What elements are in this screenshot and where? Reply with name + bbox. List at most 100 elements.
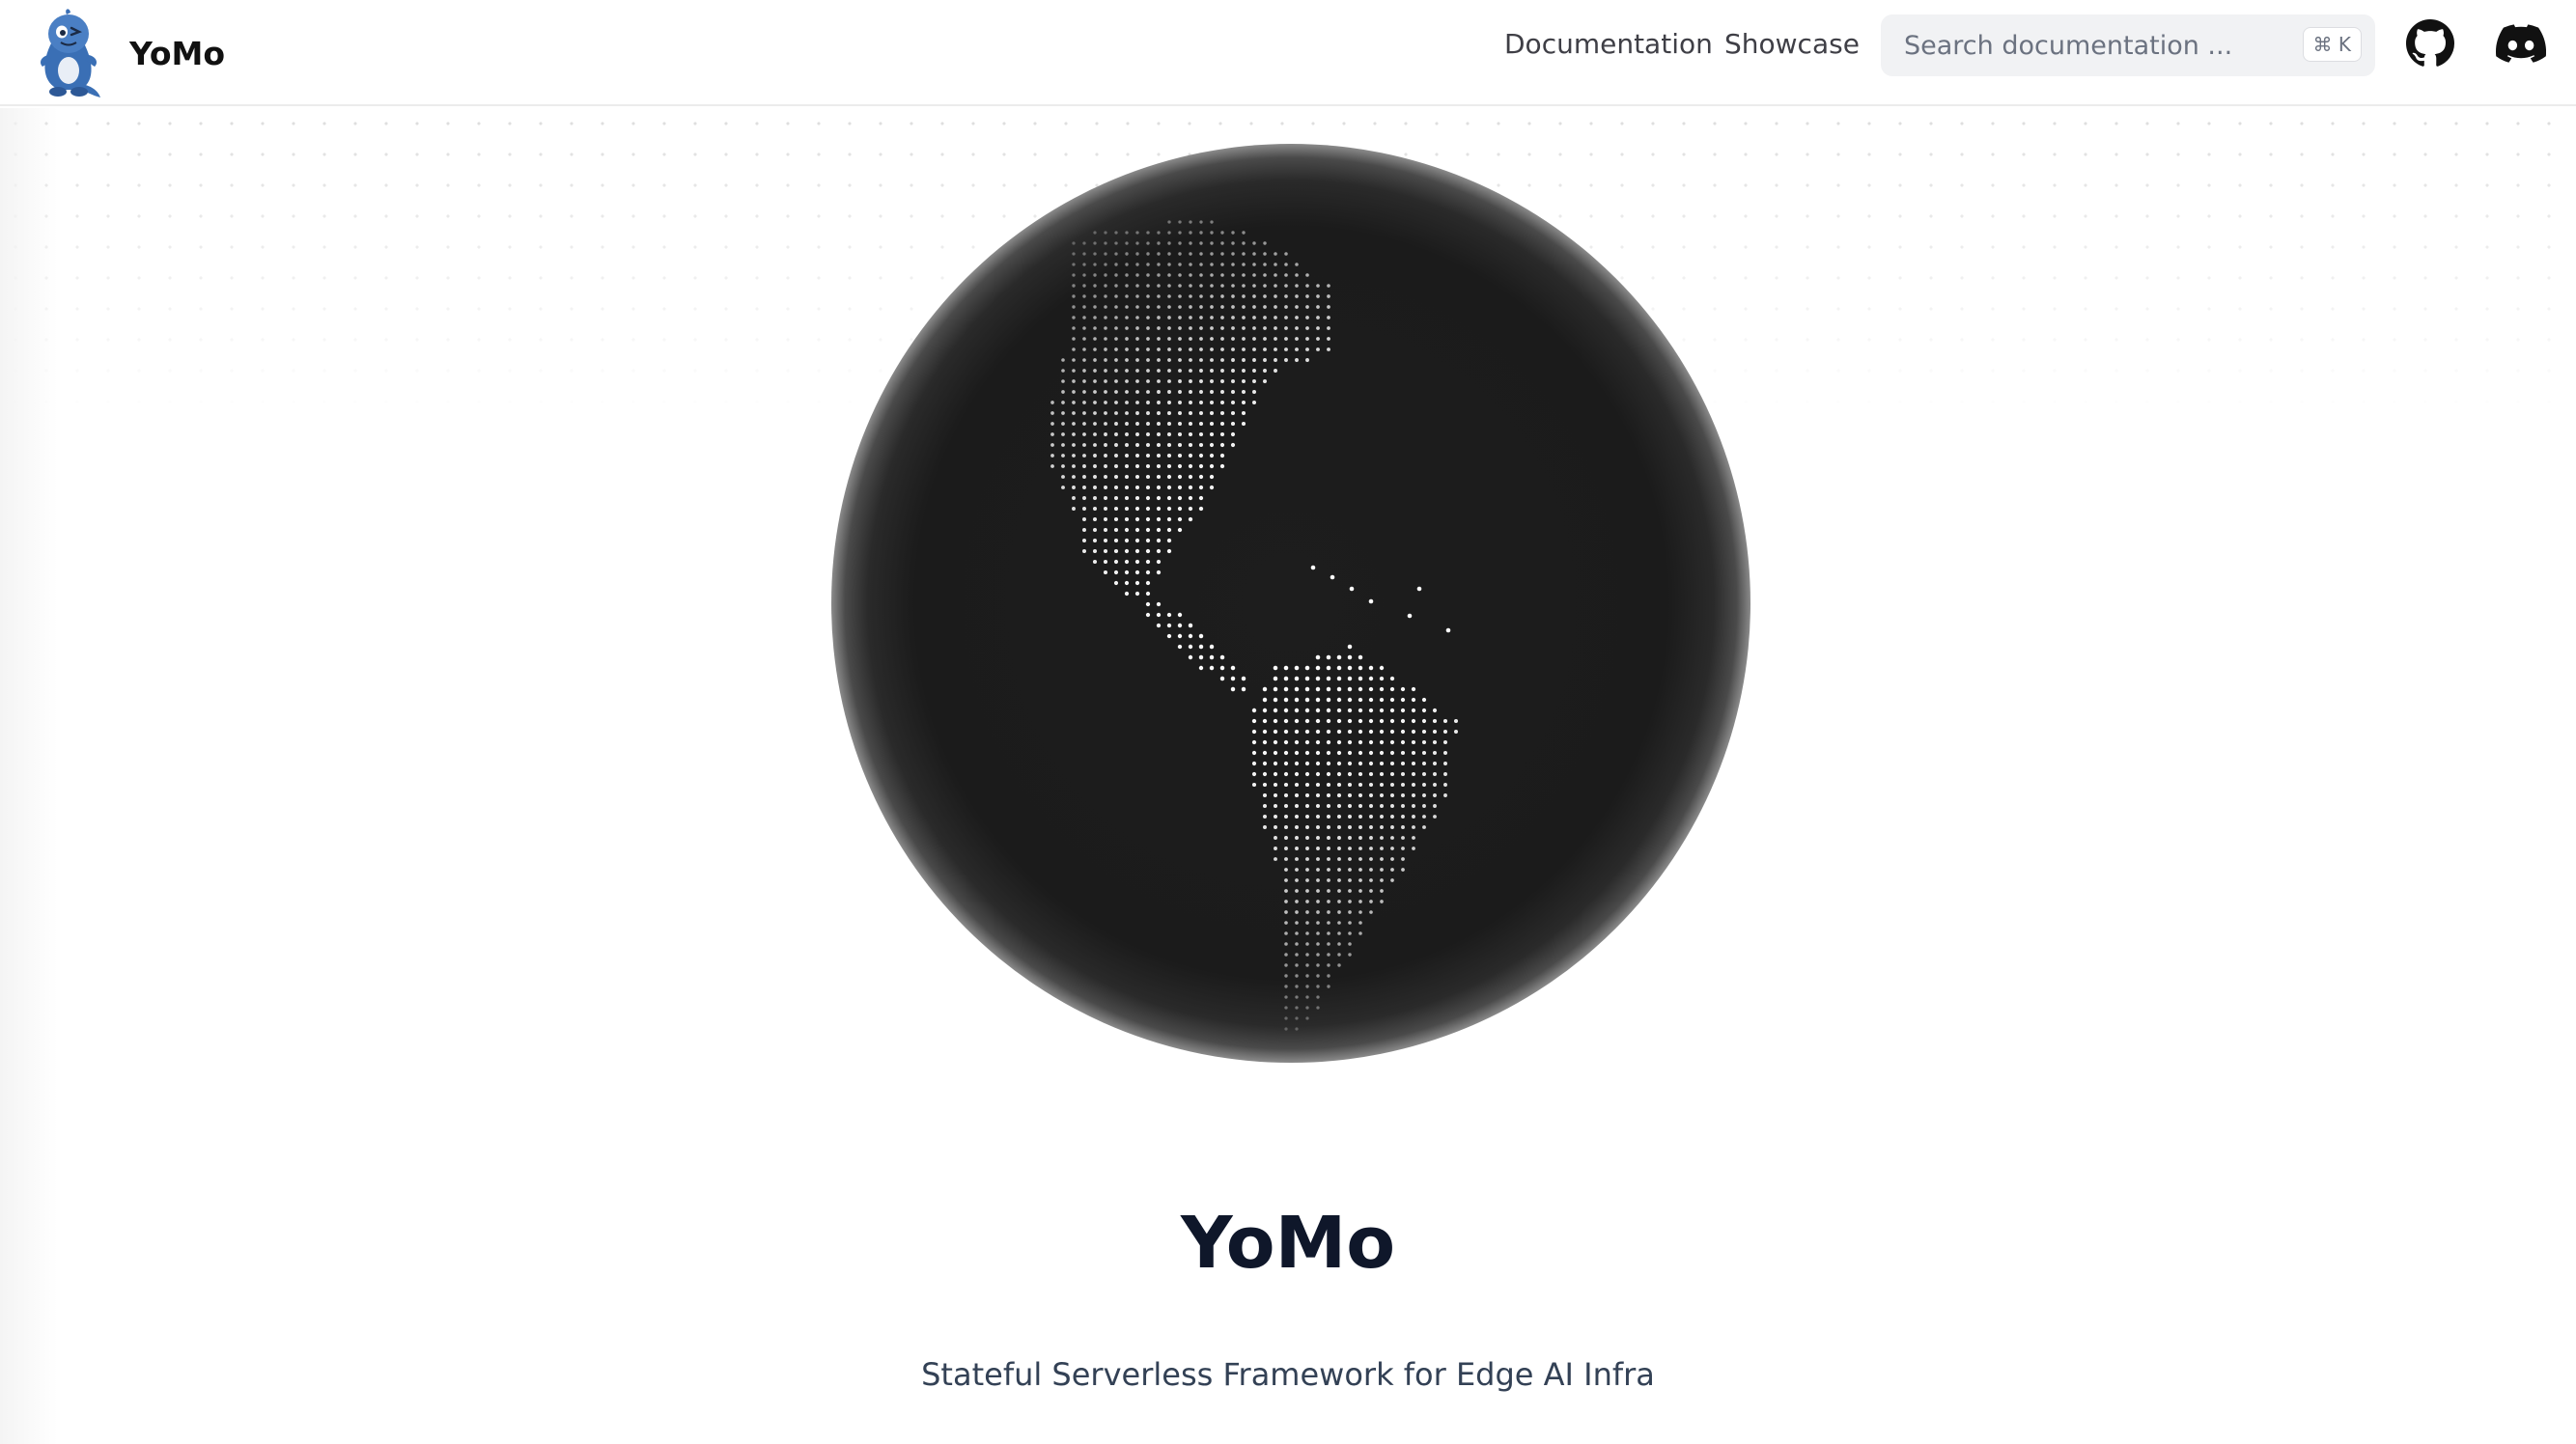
land-dot bbox=[1305, 1006, 1309, 1010]
land-dot bbox=[1230, 400, 1236, 405]
land-dot bbox=[1157, 369, 1161, 373]
nav-showcase-link[interactable]: Showcase bbox=[1724, 28, 1860, 60]
land-dot bbox=[1199, 241, 1203, 245]
land-dot bbox=[1295, 985, 1299, 988]
land-dot bbox=[1326, 803, 1331, 809]
land-dot bbox=[1379, 708, 1385, 713]
land-dot bbox=[1316, 305, 1320, 309]
land-dot bbox=[1443, 783, 1447, 787]
land-dot bbox=[1284, 305, 1288, 309]
nav-documentation-link[interactable]: Documentation bbox=[1504, 28, 1713, 60]
land-dot bbox=[1304, 782, 1310, 788]
land-dot bbox=[1093, 379, 1097, 383]
land-dot bbox=[1209, 665, 1215, 671]
land-dot bbox=[1156, 506, 1162, 512]
land-dot bbox=[1134, 569, 1140, 575]
land-dot bbox=[1082, 369, 1086, 373]
land-dot bbox=[1242, 347, 1246, 351]
land-dot bbox=[1443, 751, 1447, 755]
yomo-mascot-icon bbox=[35, 7, 102, 99]
land-dot bbox=[1189, 411, 1192, 415]
land-dot bbox=[1369, 868, 1373, 872]
land-dot bbox=[1294, 792, 1300, 798]
land-dot bbox=[1134, 474, 1140, 480]
land-dot bbox=[1177, 442, 1183, 448]
land-dot bbox=[1209, 463, 1215, 469]
land-dot bbox=[1421, 718, 1427, 724]
land-dot bbox=[1242, 263, 1246, 266]
land-dot bbox=[1061, 358, 1065, 362]
land-dot bbox=[1295, 1006, 1299, 1010]
land-dot bbox=[1072, 316, 1076, 319]
land-dot bbox=[1135, 305, 1139, 309]
land-dot bbox=[1199, 401, 1203, 404]
land-dot bbox=[1177, 612, 1183, 618]
land-dot bbox=[1103, 495, 1108, 501]
land-dot bbox=[1156, 495, 1162, 501]
island-dot bbox=[1349, 586, 1355, 592]
land-dot bbox=[1220, 284, 1224, 288]
land-dot bbox=[1125, 294, 1129, 298]
land-dot bbox=[1411, 697, 1416, 703]
land-dot bbox=[1093, 411, 1097, 415]
land-dot bbox=[1241, 410, 1246, 416]
land-dot bbox=[1433, 793, 1437, 797]
land-dot bbox=[1295, 263, 1299, 266]
land-dot bbox=[1369, 878, 1373, 882]
land-dot bbox=[1295, 1016, 1299, 1020]
land-dot bbox=[1219, 410, 1225, 416]
land-dot bbox=[1231, 294, 1235, 298]
land-dot bbox=[1304, 708, 1310, 713]
land-dot bbox=[1072, 326, 1076, 330]
land-dot bbox=[1188, 516, 1193, 522]
land-dot bbox=[1284, 347, 1288, 351]
land-dot bbox=[1061, 443, 1065, 447]
land-dot bbox=[1135, 326, 1139, 330]
land-dot bbox=[1114, 326, 1118, 330]
land-dot bbox=[1219, 654, 1225, 660]
land-dot bbox=[1146, 337, 1150, 341]
land-dot bbox=[1327, 963, 1330, 967]
land-dot bbox=[1103, 569, 1108, 575]
land-dot bbox=[1251, 739, 1257, 745]
land-dot bbox=[1061, 369, 1065, 373]
land-dot bbox=[1189, 273, 1192, 277]
land-dot bbox=[1337, 921, 1341, 925]
brand-home-link[interactable]: YoMo bbox=[35, 0, 225, 106]
land-dot bbox=[1072, 454, 1076, 458]
land-dot bbox=[1209, 644, 1215, 650]
land-dot bbox=[1358, 910, 1362, 914]
land-dot bbox=[1305, 284, 1309, 288]
land-dot bbox=[1082, 379, 1086, 383]
land-dot bbox=[1421, 761, 1427, 766]
land-dot bbox=[1369, 804, 1373, 808]
land-dot bbox=[1412, 815, 1415, 819]
land-dot bbox=[1315, 782, 1321, 788]
land-dot bbox=[1283, 718, 1289, 724]
land-dot bbox=[1093, 496, 1097, 500]
land-dot bbox=[1273, 708, 1278, 713]
land-dot bbox=[1093, 390, 1097, 394]
github-link[interactable] bbox=[2404, 19, 2456, 71]
github-icon bbox=[2406, 19, 2454, 71]
land-dot bbox=[1114, 263, 1118, 266]
land-dot bbox=[1283, 803, 1289, 809]
discord-link[interactable] bbox=[2495, 21, 2547, 69]
land-dot bbox=[1284, 284, 1288, 288]
land-dot bbox=[1283, 697, 1289, 703]
land-dot bbox=[1368, 718, 1374, 724]
land-dot bbox=[1050, 401, 1054, 404]
land-dot bbox=[1113, 506, 1119, 512]
land-dot bbox=[1347, 761, 1353, 766]
land-dot bbox=[1166, 527, 1172, 533]
land-dot bbox=[1347, 729, 1353, 735]
land-dot bbox=[1262, 761, 1268, 766]
land-dot bbox=[1113, 495, 1119, 501]
land-dot bbox=[1390, 825, 1394, 829]
land-dot bbox=[1178, 316, 1182, 319]
search-input[interactable]: Search documentation ... ⌘ K bbox=[1881, 14, 2375, 76]
land-dot bbox=[1327, 294, 1330, 298]
land-dot bbox=[1177, 495, 1183, 501]
land-dot bbox=[1316, 985, 1320, 988]
land-dot bbox=[1295, 305, 1299, 309]
